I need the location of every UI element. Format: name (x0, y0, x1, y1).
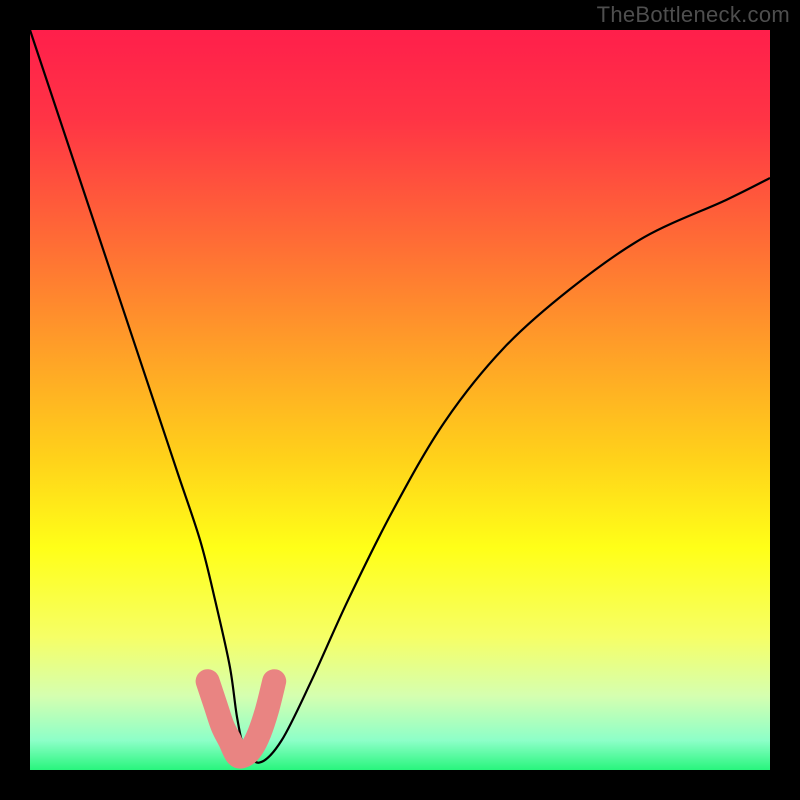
plot-background (30, 30, 770, 770)
chart-frame: TheBottleneck.com (0, 0, 800, 800)
chart-svg (0, 0, 800, 800)
